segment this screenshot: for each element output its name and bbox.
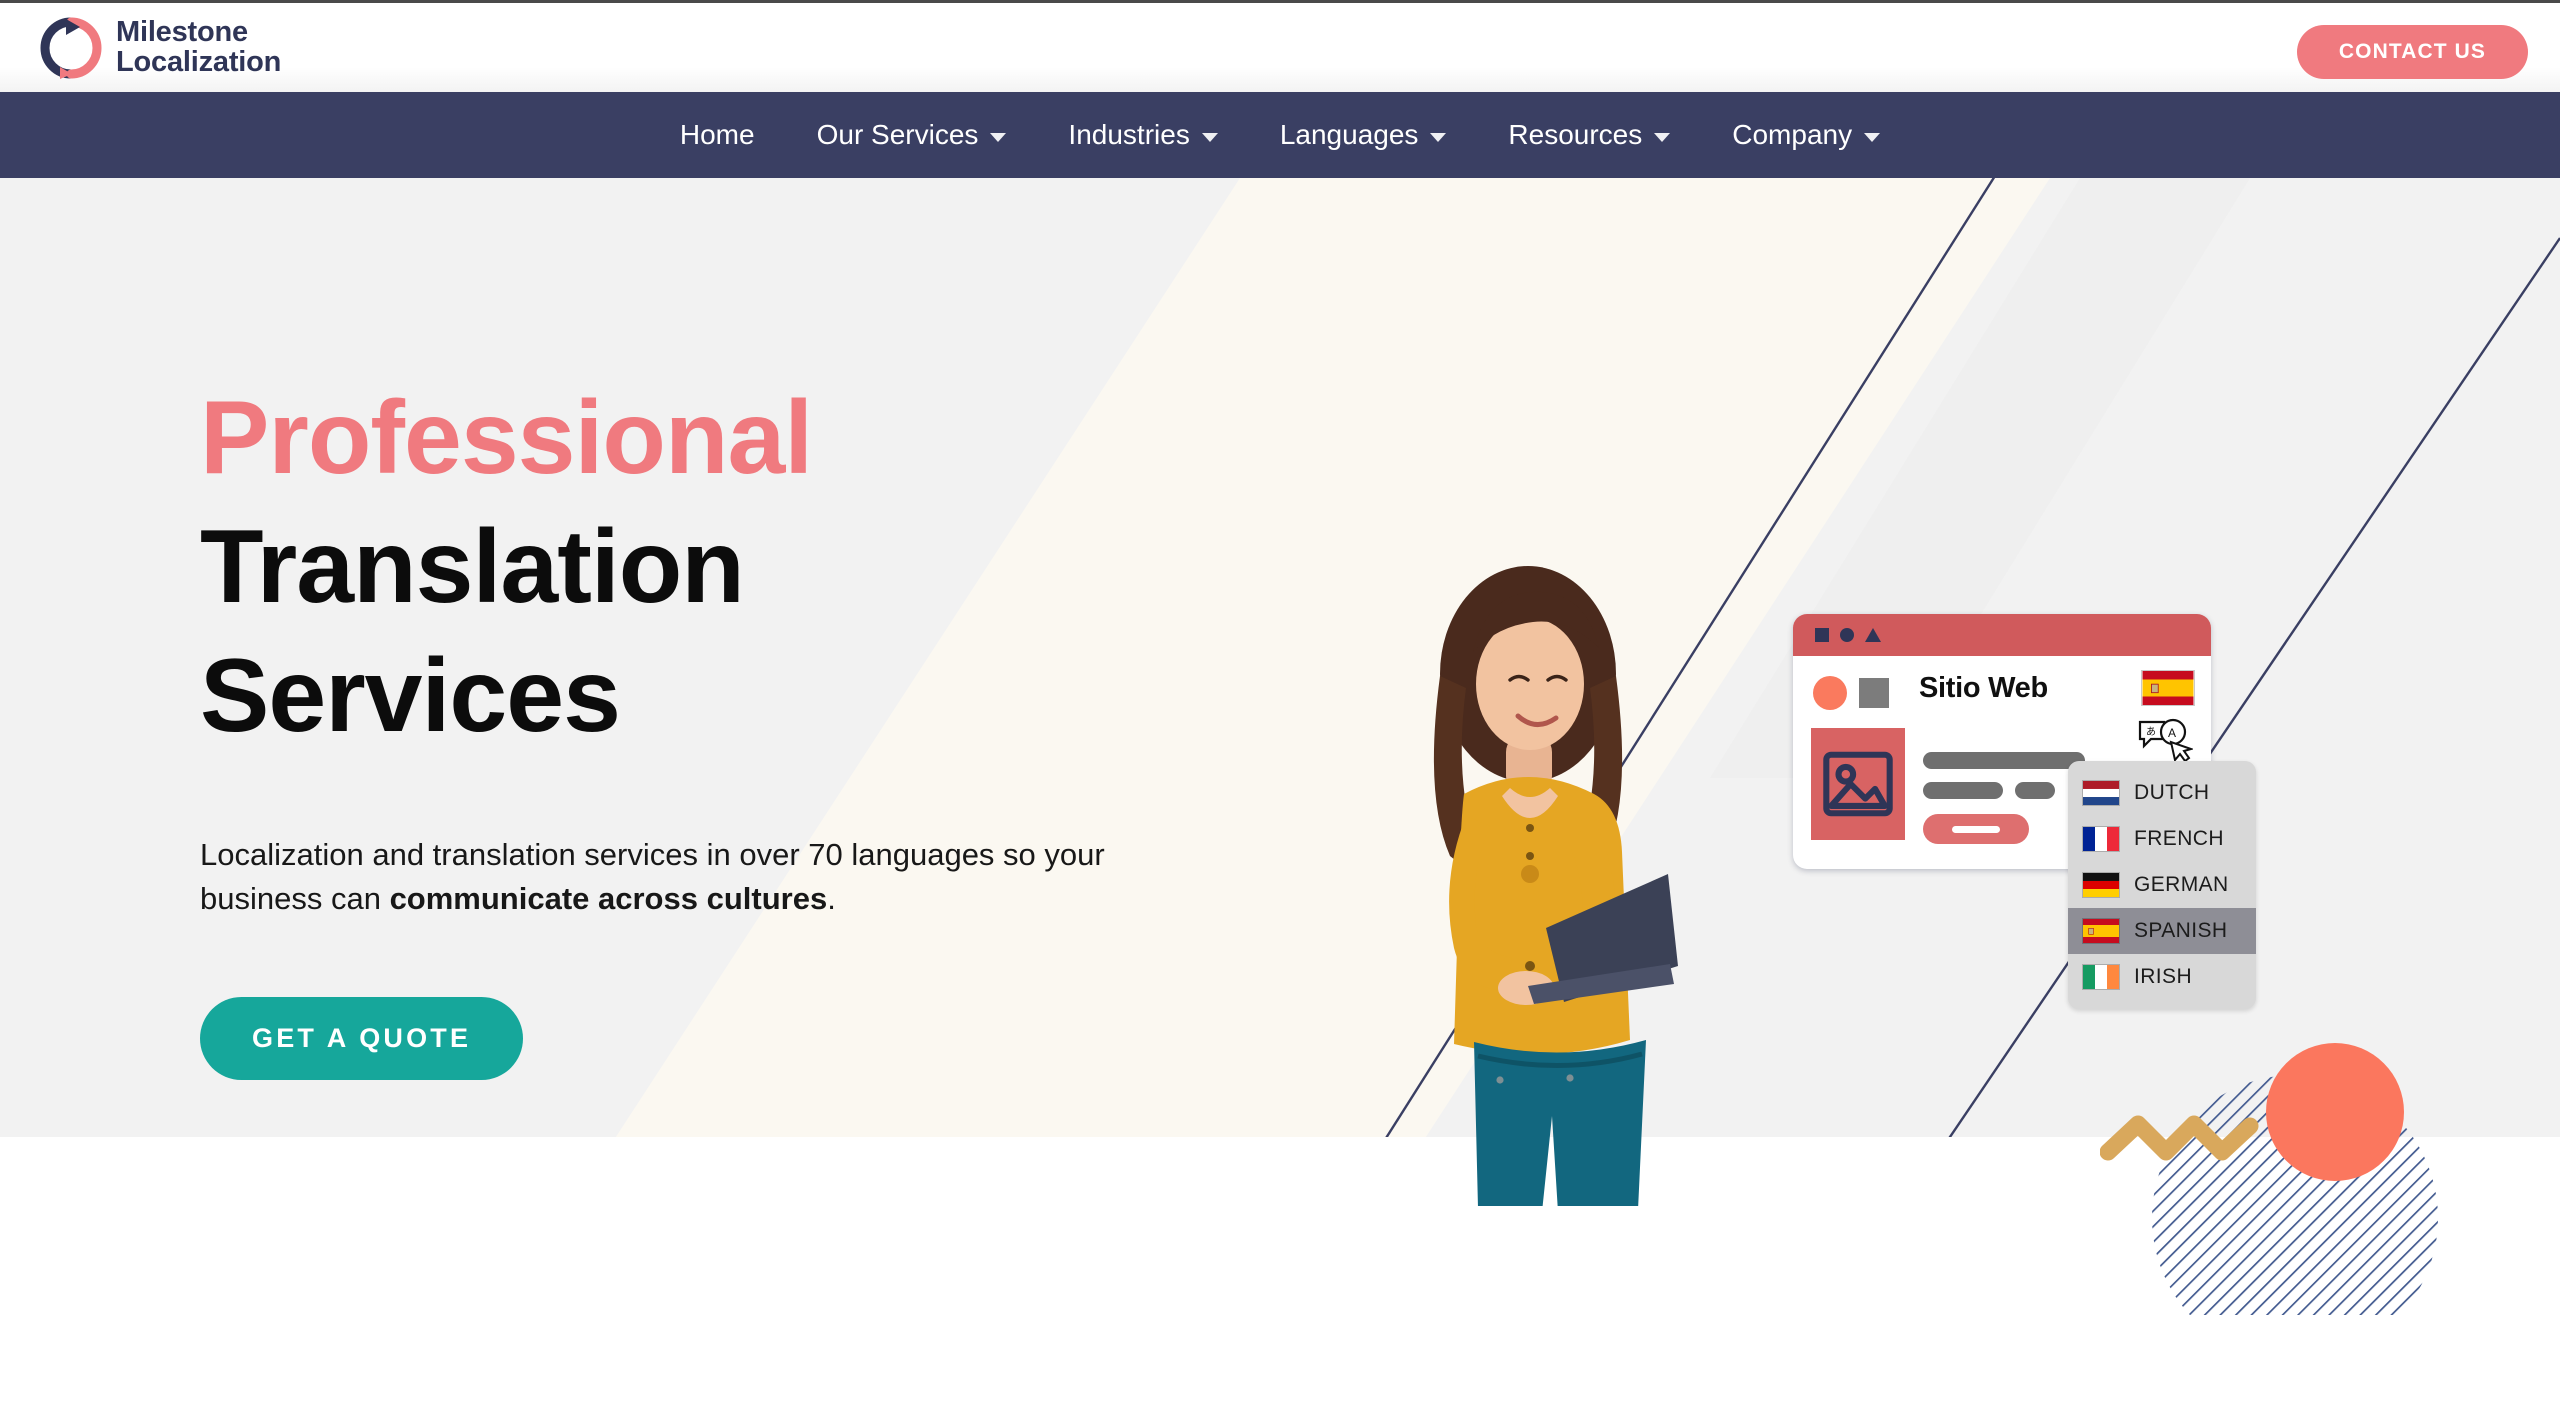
spain-flag-icon bbox=[2141, 670, 2195, 706]
ireland-flag-icon bbox=[2082, 964, 2120, 990]
france-flag-icon bbox=[2082, 826, 2120, 852]
language-label-irish: IRISH bbox=[2134, 965, 2193, 988]
text-line-placeholder bbox=[1923, 782, 2003, 799]
nav-item-home[interactable]: Home bbox=[649, 119, 786, 151]
chevron-down-icon bbox=[990, 132, 1007, 142]
logo-text: Milestone Localization bbox=[116, 15, 282, 78]
headline-accent: Professional bbox=[200, 380, 813, 496]
translate-cursor-icon: あ A bbox=[2138, 718, 2193, 763]
language-dropdown[interactable]: DUTCH FRENCH GERMAN SPANISH IRISH bbox=[2068, 761, 2256, 1009]
chevron-down-icon bbox=[1864, 132, 1881, 142]
headline-line-2: Translation bbox=[200, 508, 745, 625]
nav-label-resources: Resources bbox=[1508, 119, 1643, 150]
nav-label-languages: Languages bbox=[1279, 119, 1419, 150]
nav-item-languages[interactable]: Languages bbox=[1249, 119, 1478, 151]
chevron-down-icon bbox=[1654, 132, 1671, 142]
woman-with-laptop-photo bbox=[1433, 566, 1678, 1206]
image-placeholder-icon bbox=[1811, 728, 1905, 840]
coral-circle-decoration bbox=[2266, 1043, 2404, 1181]
logo-line-2: Localization bbox=[116, 45, 282, 78]
circle-icon bbox=[1840, 628, 1854, 642]
germany-flag-icon bbox=[2082, 872, 2120, 898]
milestone-ring-logo-icon bbox=[40, 17, 102, 79]
language-label-german: GERMAN bbox=[2134, 873, 2229, 896]
chevron-down-icon bbox=[1430, 132, 1447, 142]
orange-dot-decoration bbox=[1813, 676, 1847, 710]
svg-text:A: A bbox=[2168, 726, 2176, 740]
language-option-spanish[interactable]: SPANISH bbox=[2068, 908, 2256, 954]
browser-page-title: Sitio Web bbox=[1919, 672, 2048, 704]
netherlands-flag-icon bbox=[2082, 780, 2120, 806]
language-option-german[interactable]: GERMAN bbox=[2068, 862, 2256, 908]
browser-titlebar bbox=[1793, 614, 2211, 656]
svg-text:あ: あ bbox=[2146, 726, 2156, 738]
contact-us-button[interactable]: CONTACT US bbox=[2296, 25, 2528, 79]
nav-item-resources[interactable]: Resources bbox=[1477, 119, 1701, 151]
page-title: Professional Translation Services bbox=[200, 374, 1260, 761]
mock-button bbox=[1923, 814, 2029, 844]
nav-item-company[interactable]: Company bbox=[1701, 119, 1911, 151]
text-line-placeholder bbox=[2015, 782, 2055, 799]
subtext-part-2: . bbox=[827, 880, 836, 916]
headline-line-3: Services bbox=[200, 637, 621, 754]
nav-item-our-services[interactable]: Our Services bbox=[786, 119, 1038, 151]
text-line-placeholder bbox=[1923, 752, 2085, 769]
triangle-icon bbox=[1865, 628, 1881, 642]
get-a-quote-button[interactable]: GET A QUOTE bbox=[200, 996, 524, 1080]
nav-label-company: Company bbox=[1732, 119, 1853, 150]
language-option-irish[interactable]: IRISH bbox=[2068, 954, 2256, 1000]
language-option-dutch[interactable]: DUTCH bbox=[2068, 770, 2256, 816]
nav-label-our-services: Our Services bbox=[816, 119, 979, 150]
hero-subtext: Localization and translation services in… bbox=[200, 833, 1190, 921]
logo-line-1: Milestone bbox=[116, 15, 248, 48]
nav-item-industries[interactable]: Industries bbox=[1037, 119, 1248, 151]
main-navigation: Home Our Services Industries Languages R… bbox=[0, 92, 2560, 178]
nav-label-home: Home bbox=[679, 119, 755, 150]
hero-content: Professional Translation Services Locali… bbox=[200, 374, 1260, 1080]
site-logo[interactable]: Milestone Localization bbox=[40, 17, 281, 79]
nav-label-industries: Industries bbox=[1068, 119, 1190, 150]
gray-square-decoration bbox=[1859, 678, 1889, 708]
chevron-down-icon bbox=[1201, 132, 1218, 142]
language-label-dutch: DUTCH bbox=[2134, 781, 2210, 804]
square-icon bbox=[1815, 628, 1829, 642]
subtext-bold: communicate across cultures bbox=[389, 880, 828, 916]
spain-flag-icon bbox=[2082, 918, 2120, 944]
language-label-french: FRENCH bbox=[2134, 827, 2224, 850]
language-label-spanish: SPANISH bbox=[2134, 919, 2228, 942]
site-header: Milestone Localization CONTACT US bbox=[0, 0, 2560, 92]
zigzag-decoration bbox=[2100, 1115, 2259, 1161]
language-option-french[interactable]: FRENCH bbox=[2068, 816, 2256, 862]
